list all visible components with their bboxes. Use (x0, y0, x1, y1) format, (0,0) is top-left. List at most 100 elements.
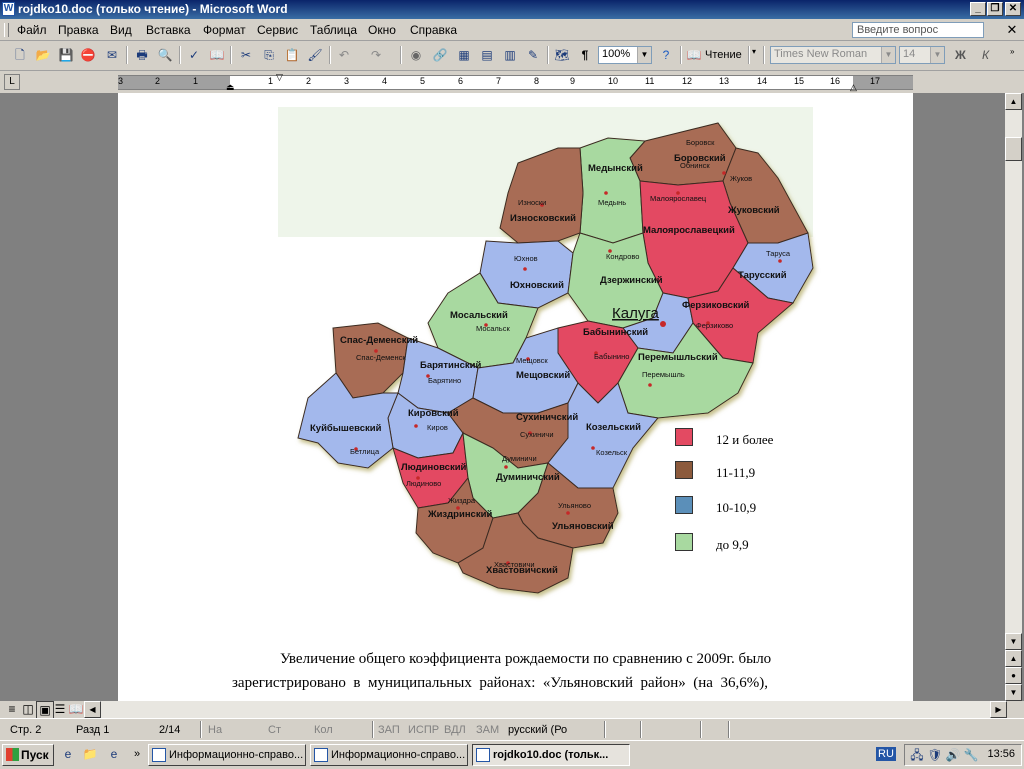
browser-quicklaunch-icon[interactable]: e (106, 746, 122, 762)
select-browse-object-icon[interactable]: ● (1005, 667, 1022, 684)
quicklaunch-more-icon[interactable]: » (134, 748, 140, 760)
minimize-button[interactable]: _ (970, 2, 986, 16)
scroll-down-icon[interactable]: ▼ (1005, 633, 1022, 650)
ink-icon[interactable]: ◉ (408, 47, 424, 63)
research-icon[interactable]: 📖 (209, 47, 225, 63)
horizontal-scroll-track[interactable] (101, 701, 990, 718)
town-label: Жуков (730, 174, 752, 183)
undo-icon[interactable]: ↶ (336, 47, 352, 63)
volume-tray-icon[interactable]: 🔊 (945, 747, 961, 763)
document-map-icon[interactable]: 🗺 (554, 47, 570, 63)
document-paragraph-line[interactable]: Увеличение общего коэффициента рождаемос… (280, 651, 771, 668)
network-tray-icon[interactable]: 🖧 (909, 747, 925, 763)
menu-format[interactable]: Формат (203, 23, 246, 37)
start-button[interactable]: Пуск (2, 744, 54, 766)
toolbar-options-icon[interactable]: » (1010, 47, 1014, 56)
status-record[interactable]: ЗАП (378, 724, 400, 736)
paste-icon[interactable]: 📋 (284, 47, 300, 63)
ask-question-input[interactable]: Введите вопрос (852, 22, 984, 38)
print-preview-icon[interactable]: 🔍 (157, 47, 173, 63)
font-select[interactable]: Times New Roman ▼ (770, 46, 896, 64)
menu-insert[interactable]: Вставка (146, 23, 191, 37)
clock[interactable]: 13:56 (987, 748, 1015, 760)
status-language[interactable]: русский (Ро (508, 724, 567, 736)
taskbar-button-word[interactable]: rojdko10.doc (тольк... (472, 744, 630, 766)
new-document-icon[interactable]: 🗋 (12, 47, 28, 63)
menu-grip[interactable] (4, 23, 9, 37)
chevron-down-icon[interactable]: ▼ (930, 47, 944, 63)
cut-icon[interactable]: ✂ (238, 47, 254, 63)
drawing-icon[interactable]: ✎ (525, 47, 541, 63)
status-line[interactable]: Ст (268, 724, 281, 736)
scroll-right-icon[interactable]: ▶ (990, 701, 1007, 718)
left-indent-marker-icon[interactable]: ⏏ (226, 82, 235, 93)
font-size-select[interactable]: 14 ▼ (899, 46, 945, 64)
status-page-count[interactable]: 2/14 (159, 724, 180, 736)
open-icon[interactable]: 📂 (35, 47, 51, 63)
status-extend[interactable]: ВДЛ (444, 724, 466, 736)
antivirus-tray-icon[interactable]: 🛡 (927, 747, 943, 763)
scroll-up-icon[interactable]: ▲ (1005, 93, 1022, 110)
spelling-icon[interactable]: ✓ (186, 47, 202, 63)
format-painter-icon[interactable]: 🖌 (307, 47, 323, 63)
previous-page-icon[interactable]: ▲ (1005, 650, 1022, 667)
status-column[interactable]: Кол (314, 724, 333, 736)
maximize-button[interactable]: ❐ (987, 2, 1003, 16)
columns-icon[interactable]: ▥ (502, 47, 518, 63)
document-close-icon[interactable]: ✕ (1004, 22, 1020, 38)
hyperlink-icon[interactable]: 🔗 (432, 47, 448, 63)
tools-tray-icon[interactable]: 🔧 (963, 747, 979, 763)
tables-borders-icon[interactable]: ▦ (456, 47, 472, 63)
save-icon[interactable]: 💾 (58, 47, 74, 63)
italic-button[interactable]: К (982, 48, 989, 62)
status-at[interactable]: На (208, 724, 222, 736)
scroll-thumb[interactable] (1005, 137, 1022, 161)
menu-tools[interactable]: Сервис (257, 23, 298, 37)
menu-view[interactable]: Вид (110, 23, 132, 37)
menu-window[interactable]: Окно (368, 23, 396, 37)
folder-quicklaunch-icon[interactable]: 📁 (82, 746, 98, 762)
web-view-icon[interactable]: ◫ (20, 701, 36, 717)
insert-table-icon[interactable]: ▤ (479, 47, 495, 63)
status-overtype[interactable]: ЗАМ (476, 724, 499, 736)
zoom-select[interactable]: 100% ▼ (598, 46, 652, 64)
chevron-down-icon[interactable]: ▼ (637, 47, 651, 63)
document-paragraph-line[interactable]: зарегистрировано в муниципальных районах… (232, 675, 768, 692)
menu-help[interactable]: Справка (410, 23, 457, 37)
right-indent-marker-icon[interactable]: △ (850, 82, 857, 93)
menu-edit[interactable]: Правка (58, 23, 99, 37)
first-line-indent-marker-icon[interactable]: ▽ (276, 72, 283, 83)
bold-button[interactable]: Ж (955, 48, 966, 62)
menu-table[interactable]: Таблица (310, 23, 357, 37)
status-track-changes[interactable]: ИСПР (408, 724, 439, 736)
reading-view-icon[interactable]: 📖 (68, 701, 84, 717)
taskbar-button-2[interactable]: Информационно-справо... (310, 744, 468, 766)
print-icon[interactable]: 🖶 (134, 47, 150, 63)
status-page[interactable]: Стр. 2 (10, 724, 41, 736)
horizontal-ruler[interactable]: 3 2 1 1 2 3 4 5 6 7 8 9 10 11 12 13 14 1… (118, 72, 913, 93)
word-icon[interactable]: W (2, 2, 15, 16)
scroll-left-icon[interactable]: ◀ (84, 701, 101, 718)
chevron-down-icon[interactable]: ▼ (881, 47, 895, 63)
ie-quicklaunch-icon[interactable]: e (60, 746, 76, 762)
outline-view-icon[interactable]: ☰ (52, 701, 68, 717)
copy-icon[interactable]: ⎘ (261, 47, 277, 63)
read-mode-icon[interactable]: 📖 (686, 47, 702, 63)
normal-view-icon[interactable]: ≡ (4, 701, 20, 717)
next-page-icon[interactable]: ▼ (1005, 684, 1022, 701)
permission-icon[interactable]: ⛔ (80, 47, 96, 63)
tab-selector-icon[interactable]: L (4, 74, 20, 90)
menu-file[interactable]: Файл (17, 23, 47, 37)
toolbar-options-icon[interactable]: ▾ (752, 47, 756, 56)
close-button[interactable]: ✕ (1005, 2, 1021, 16)
vertical-scrollbar[interactable]: ▲ ▼ ▲ ● ▼ (1005, 93, 1022, 701)
help-icon[interactable]: ? (658, 47, 674, 63)
document-page[interactable]: Калуга Обнинск Боровск Боровский Медынь Мед… (118, 93, 913, 701)
language-indicator[interactable]: RU (876, 747, 896, 761)
email-icon[interactable]: ✉ (104, 47, 120, 63)
show-formatting-icon[interactable]: ¶ (577, 47, 593, 63)
redo-icon[interactable]: ↷ (368, 47, 384, 63)
read-mode-button[interactable]: Чтение (705, 49, 742, 61)
status-section[interactable]: Разд 1 (76, 724, 109, 736)
taskbar-button-1[interactable]: Информационно-справо... (148, 744, 306, 766)
